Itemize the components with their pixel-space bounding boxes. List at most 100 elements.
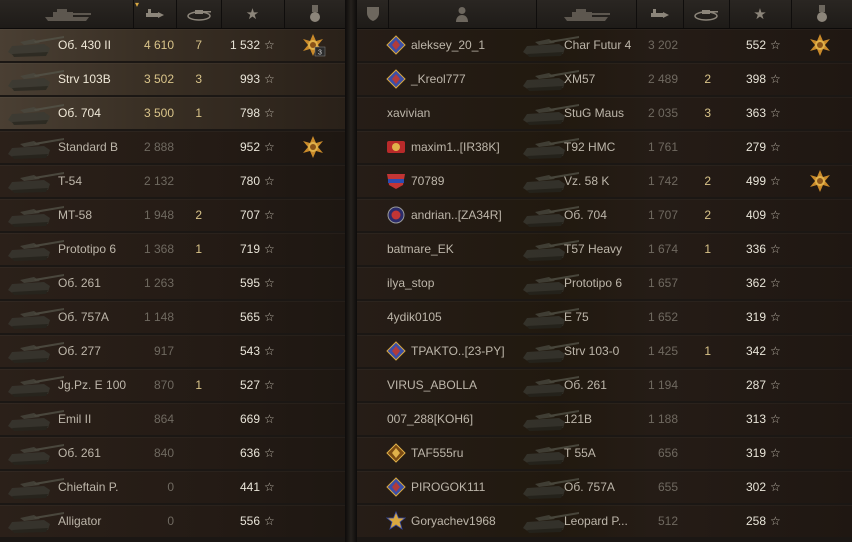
rank-icon [385,69,407,89]
battles-count: 2 035 [647,106,678,120]
table-row[interactable]: Об. 704 3 500 1 798 ☆ [0,97,345,129]
table-row[interactable]: PIROGOK111 Об. 757А 655 302 ☆ [357,471,852,503]
table-row[interactable]: TAF555ru T 55A 656 319 ☆ [357,437,852,469]
table-row[interactable]: 70789 Vz. 58 K 1 742 2 499 ☆ [357,165,852,197]
star-icon: ☆ [770,446,781,460]
table-row[interactable]: 4ydik0105 E 75 1 652 319 ☆ [357,301,852,333]
rating-value: 363 [745,106,766,120]
table-row[interactable]: Об. 277 917 543 ☆ [0,335,345,367]
medal-icon[interactable] [807,33,833,57]
tank-icon [564,9,610,21]
player-column-header[interactable] [388,0,537,28]
table-row[interactable]: MT-58 1 948 2 707 ☆ [0,199,345,231]
wins-column-header[interactable] [176,0,222,28]
rating-value: 952 [239,140,260,154]
tank-name: Об. 757А [58,310,109,324]
rating-value: 287 [745,378,766,392]
tank-thumbnail [4,100,66,126]
player-name: aleksey_20_1 [411,38,486,52]
wins-count: 1 [704,242,711,256]
star-icon: ☆ [770,310,781,324]
table-row[interactable]: Prototipo 6 1 368 1 719 ☆ [0,233,345,265]
rating-value: 669 [239,412,260,426]
rank-column-header[interactable] [357,0,389,28]
star-icon: ☆ [264,174,275,188]
medal-icon [309,5,320,22]
medal-icon[interactable] [807,169,833,193]
rating-value: 1 532 [229,38,260,52]
table-row[interactable]: VIRUS_ABOLLA Об. 261 1 194 287 ☆ [357,369,852,401]
battles-count: 2 489 [647,72,678,86]
table-row[interactable]: batmare_EK T57 Heavy 1 674 1 336 ☆ [357,233,852,265]
tank-name: Jg.Pz. E 100 [58,378,127,392]
battles-count: 0 [167,514,174,528]
tank-column-header[interactable] [0,0,134,28]
wins-count: 2 [195,208,202,222]
battles-column-header[interactable]: ▾ [133,0,177,28]
wins-count: 1 [195,242,202,256]
league-icon [385,171,407,191]
battles-column-header-right[interactable] [636,0,684,28]
tank-name: Chieftain P. [58,480,119,494]
table-row[interactable]: _Kreol777 XM57 2 489 2 398 ☆ [357,63,852,95]
medal-column-header[interactable] [284,0,345,28]
star-icon: ☆ [264,310,275,324]
table-row[interactable]: aleksey_20_1 Char Futur 4 3 202 552 ☆ [357,29,852,61]
table-row[interactable]: Об. 261 1 263 595 ☆ [0,267,345,299]
tank-name: T57 Heavy [564,242,623,256]
player-name: 4ydik0105 [387,310,442,324]
tank-column-header-right[interactable] [536,0,637,28]
table-row[interactable]: T-54 2 132 780 ☆ [0,165,345,197]
medal-column-header-right[interactable] [791,0,852,28]
rating-value: 342 [745,344,766,358]
table-row[interactable]: ilya_stop Prototipo 6 1 657 362 ☆ [357,267,852,299]
table-row[interactable]: Об. 261 840 636 ☆ [0,437,345,469]
medal-icon[interactable] [300,135,326,159]
rating-value: 441 [239,480,260,494]
table-row[interactable]: Standard B 2 888 952 ☆ [0,131,345,163]
table-row[interactable]: Alligator 0 556 ☆ [0,505,345,537]
player-name: VIRUS_ABOLLA [387,378,478,392]
star-icon: ☆ [770,514,781,528]
tank-name: Об. 704 [58,106,101,120]
table-row[interactable]: Jg.Pz. E 100 870 1 527 ☆ [0,369,345,401]
tank-name: Об. 277 [58,344,101,358]
tank-icon [44,9,91,21]
table-row[interactable]: maxim1..[IR38K] T92 HMC 1 761 279 ☆ [357,131,852,163]
rating-value: 409 [745,208,766,222]
table-row[interactable]: Об. 430 II 4 610 7 1 532 ☆ 3 [0,29,345,61]
table-row[interactable]: Emil II 864 669 ☆ [0,403,345,435]
star-icon: ☆ [770,378,781,392]
table-row[interactable]: xavivian StuG Maus 2 035 3 363 ☆ [357,97,852,129]
table-row[interactable]: Strv 103B 3 502 3 993 ☆ [0,63,345,95]
gold-rank-icon [385,443,407,463]
tank-thumbnail [4,236,66,262]
wins-column-header-right[interactable] [683,0,730,28]
enemy-team-panel: ★ aleksey_20_1 Char Futur 43 202 552 ☆ _Kreo… [357,0,852,542]
rating-column-header[interactable]: ★ [221,0,285,28]
wins-count: 3 [195,72,202,86]
star-icon: ☆ [264,72,275,86]
rank-icon [385,341,407,361]
table-row[interactable]: Goryachev1968 Leopard P... 512 258 ☆ [357,505,852,537]
table-row[interactable]: Chieftain P. 0 441 ☆ [0,471,345,503]
table-row[interactable]: 007_288[KOH6] 121B 1 188 313 ☆ [357,403,852,435]
medal-icon[interactable]: 3 [300,33,326,57]
battles-count: 655 [657,480,678,494]
tank-name: Об. 261 [58,276,101,290]
table-row[interactable]: Об. 757А 1 148 565 ☆ [0,301,345,333]
star-icon: ☆ [770,242,781,256]
own-team-rows: Об. 430 II 4 610 7 1 532 ☆ 3 Strv 103B 3 502 3 99… [0,29,345,539]
tank-name: XM57 [564,72,596,86]
wins-count: 7 [195,38,202,52]
tank-name: Strv 103-0 [564,344,620,358]
table-row[interactable]: TPAKTO..[23-PY] Strv 103-0 1 425 1 342 ☆ [357,335,852,367]
star-icon: ☆ [770,72,781,86]
clan-icon [385,137,407,157]
star-icon: ☆ [264,276,275,290]
rating-column-header-right[interactable]: ★ [729,0,792,28]
table-row[interactable]: andrian..[ZA34R] Об. 704 1 707 2 409 ☆ [357,199,852,231]
wins-count: 1 [195,106,202,120]
battles-count: 656 [657,446,678,460]
rating-value: 543 [239,344,260,358]
